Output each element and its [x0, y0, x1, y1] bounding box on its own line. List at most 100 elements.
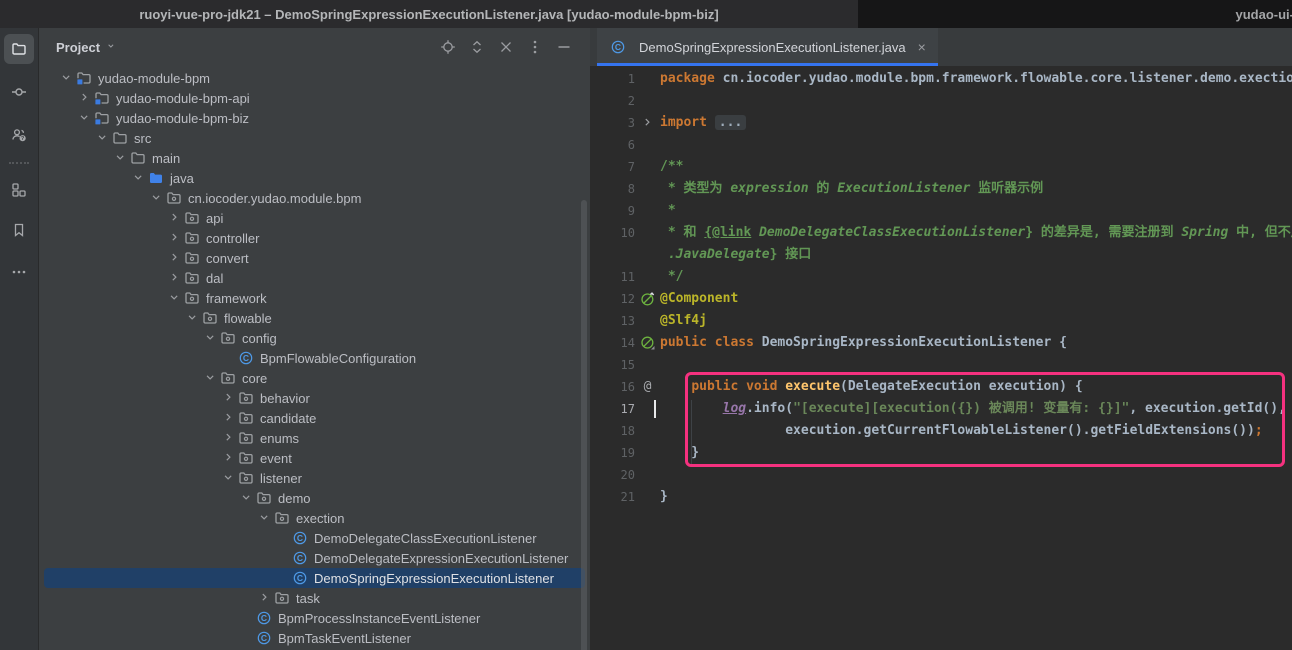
code-editor[interactable]: 1package cn.iocoder.yudao.module.bpm.fra… [590, 66, 1292, 650]
tool-window-button-bookmarks[interactable] [4, 215, 34, 245]
tree-item-main[interactable]: main [39, 148, 590, 168]
tree-item-BpmFlowableConfiguration[interactable]: CBpmFlowableConfiguration [39, 348, 590, 368]
code-line-8[interactable]: 8 * 类型为 expression 的 ExecutionListener 监… [590, 178, 1292, 200]
tree-item-yudao-module-bpm[interactable]: yudao-module-bpm [39, 68, 590, 88]
code-line-10[interactable]: 10 * 和 {@link DemoDelegateClassExecution… [590, 222, 1292, 244]
chevron-down-icon[interactable] [239, 491, 255, 505]
tree-item-core[interactable]: core [39, 368, 590, 388]
chevron-down-icon[interactable] [77, 111, 93, 125]
chevron-right-icon[interactable] [167, 231, 183, 245]
tool-window-button-collaboration[interactable]: ? [4, 120, 34, 150]
tree-item-BpmProcessInstanceEventListener[interactable]: CBpmProcessInstanceEventListener [39, 608, 590, 628]
code-line-2[interactable]: 2 [590, 90, 1292, 112]
chevron-right-icon[interactable] [77, 91, 93, 105]
code-line-1[interactable]: 1package cn.iocoder.yudao.module.bpm.fra… [590, 68, 1292, 90]
svg-text:C: C [297, 553, 303, 563]
chevron-right-icon[interactable] [167, 251, 183, 265]
tree-item-event[interactable]: event [39, 448, 590, 468]
spring-icon[interactable] [640, 335, 656, 351]
locate-icon[interactable] [440, 39, 456, 55]
tree-item-dal[interactable]: dal [39, 268, 590, 288]
options-icon[interactable] [527, 39, 543, 55]
tree-item-cn.iocoder.yudao.module.bpm[interactable]: cn.iocoder.yudao.module.bpm [39, 188, 590, 208]
chevron-right-icon[interactable] [221, 411, 237, 425]
spring-bean-icon[interactable] [640, 291, 656, 307]
code-line-7[interactable]: 7/** [590, 156, 1292, 178]
code-line-17[interactable]: 17 log.info("[execute][execution({}) 被调用… [590, 398, 1292, 420]
annotated-icon[interactable]: @ [644, 376, 652, 398]
tree-item-convert[interactable]: convert [39, 248, 590, 268]
background-window-titlebar[interactable]: yudao-ui- [858, 0, 1292, 28]
chevron-down-icon[interactable] [131, 171, 147, 185]
tool-window-button-structure[interactable] [4, 175, 34, 205]
chevron-down-icon[interactable] [167, 291, 183, 305]
chevron-down-icon[interactable] [149, 191, 165, 205]
tool-window-button-project[interactable] [4, 34, 34, 64]
code-line-9[interactable]: 9 * [590, 200, 1292, 222]
tree-item-config[interactable]: config [39, 328, 590, 348]
tree-item-DemoSpringExpressionExecutionListener[interactable]: CDemoSpringExpressionExecutionListener [44, 568, 585, 588]
hide-icon[interactable] [556, 39, 572, 55]
tree-item-label: controller [206, 231, 259, 246]
chevron-right-icon[interactable] [221, 451, 237, 465]
tree-item-flowable[interactable]: flowable [39, 308, 590, 328]
chevron-down-icon[interactable] [106, 41, 118, 53]
tool-window-button-commit[interactable] [4, 77, 34, 107]
code-line-20[interactable]: 20 [590, 464, 1292, 486]
code-line-13[interactable]: 13@Slf4j [590, 310, 1292, 332]
code-line-3[interactable]: 3import ... [590, 112, 1292, 134]
gutter-spacer [635, 310, 660, 332]
chevron-right-icon[interactable] [257, 591, 273, 605]
code-line-11[interactable]: 11 */ [590, 266, 1292, 288]
tree-item-exection[interactable]: exection [39, 508, 590, 528]
tree-item-BpmTaskEventListener[interactable]: CBpmTaskEventListener [39, 628, 590, 648]
code-line-21[interactable]: 21} [590, 486, 1292, 508]
tree-item-task[interactable]: task [39, 588, 590, 608]
window-title: ruoyi-vue-pro-jdk21 – DemoSpringExpressi… [0, 0, 858, 28]
tree-item-DemoDelegateExpressionExecutionListener[interactable]: CDemoDelegateExpressionExecutionListener [39, 548, 590, 568]
chevron-right-icon[interactable] [221, 431, 237, 445]
editor-tab[interactable]: C DemoSpringExpressionExecutionListener.… [597, 28, 938, 66]
chevron-right-icon[interactable] [167, 271, 183, 285]
tree-item-framework[interactable]: framework [39, 288, 590, 308]
tree-item-behavior[interactable]: behavior [39, 388, 590, 408]
close-icon[interactable]: × [918, 39, 926, 55]
code-line-12[interactable]: 12@Component [590, 288, 1292, 310]
chevron-right-icon[interactable] [221, 391, 237, 405]
tree-item-demo[interactable]: demo [39, 488, 590, 508]
code-line-wrap[interactable]: .JavaDelegate} 接口 [590, 244, 1292, 266]
chevron-down-icon[interactable] [203, 331, 219, 345]
tree-item-yudao-module-bpm-api[interactable]: yudao-module-bpm-api [39, 88, 590, 108]
tree-item-DemoDelegateClassExecutionListener[interactable]: CDemoDelegateClassExecutionListener [39, 528, 590, 548]
fold-expand-icon[interactable] [641, 116, 655, 130]
chevron-right-icon[interactable] [167, 211, 183, 225]
chevron-down-icon[interactable] [221, 471, 237, 485]
tree-item-candidate[interactable]: candidate [39, 408, 590, 428]
chevron-down-icon[interactable] [185, 311, 201, 325]
tree-item-java[interactable]: java [39, 168, 590, 188]
tree-item-controller[interactable]: controller [39, 228, 590, 248]
expand-all-icon[interactable] [469, 39, 485, 55]
code-line-18[interactable]: 18 execution.getCurrentFlowableListener(… [590, 420, 1292, 442]
tool-window-button-more-tools[interactable] [4, 257, 34, 287]
chevron-down-icon[interactable] [257, 511, 273, 525]
code-line-14[interactable]: 14public class DemoSpringExpressionExecu… [590, 332, 1292, 354]
collapse-all-icon[interactable] [498, 39, 514, 55]
tree-scrollbar[interactable] [581, 200, 587, 650]
gutter-spacer [635, 156, 660, 178]
chevron-down-icon[interactable] [203, 371, 219, 385]
tree-item-src[interactable]: src [39, 128, 590, 148]
chevron-down-icon[interactable] [113, 151, 129, 165]
project-panel-title[interactable]: Project [56, 40, 100, 55]
tree-item-api[interactable]: api [39, 208, 590, 228]
tree-item-listener[interactable]: listener [39, 468, 590, 488]
code-line-19[interactable]: 19 } [590, 442, 1292, 464]
tree-item-yudao-module-bpm-biz[interactable]: yudao-module-bpm-biz [39, 108, 590, 128]
chevron-down-icon[interactable] [95, 131, 111, 145]
tree-item-enums[interactable]: enums [39, 428, 590, 448]
code-line-16[interactable]: 16@ public void execute(DelegateExecutio… [590, 376, 1292, 398]
tree-item-label: cn.iocoder.yudao.module.bpm [188, 191, 361, 206]
code-line-6[interactable]: 6 [590, 134, 1292, 156]
code-line-15[interactable]: 15 [590, 354, 1292, 376]
chevron-down-icon[interactable] [59, 71, 75, 85]
